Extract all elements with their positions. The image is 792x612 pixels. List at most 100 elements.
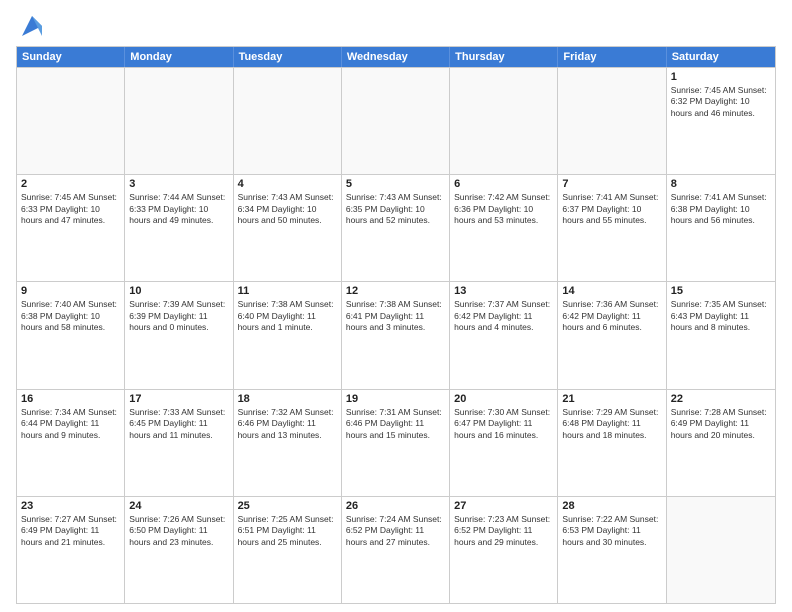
calendar-body: 1 Sunrise: 7:45 AM Sunset: 6:32 PM Daylig… [17,67,775,603]
day-number: 24 [129,500,228,512]
day-number: 16 [21,393,120,405]
calendar-cell [450,68,558,174]
page: SundayMondayTuesdayWednesdayThursdayFrid… [0,0,792,612]
day-number: 8 [671,178,771,190]
calendar-cell: 4 Sunrise: 7:43 AM Sunset: 6:34 PM Daylig… [234,175,342,281]
day-number: 2 [21,178,120,190]
calendar-cell: 16 Sunrise: 7:34 AM Sunset: 6:44 PM Dayli… [17,390,125,496]
header-cell-wednesday: Wednesday [342,47,450,67]
logo [16,12,46,40]
calendar-cell [342,68,450,174]
day-number: 9 [21,285,120,297]
calendar-cell: 10 Sunrise: 7:39 AM Sunset: 6:39 PM Dayli… [125,282,233,388]
calendar-row-0: 1 Sunrise: 7:45 AM Sunset: 6:32 PM Daylig… [17,67,775,174]
calendar-cell: 15 Sunrise: 7:35 AM Sunset: 6:43 PM Dayli… [667,282,775,388]
day-number: 7 [562,178,661,190]
cell-text: Sunrise: 7:35 AM Sunset: 6:43 PM Dayligh… [671,299,771,333]
day-number: 1 [671,71,771,83]
cell-text: Sunrise: 7:26 AM Sunset: 6:50 PM Dayligh… [129,514,228,548]
calendar-cell: 18 Sunrise: 7:32 AM Sunset: 6:46 PM Dayli… [234,390,342,496]
calendar-header: SundayMondayTuesdayWednesdayThursdayFrid… [17,47,775,67]
cell-text: Sunrise: 7:22 AM Sunset: 6:53 PM Dayligh… [562,514,661,548]
logo-icon [18,12,46,40]
cell-text: Sunrise: 7:29 AM Sunset: 6:48 PM Dayligh… [562,407,661,441]
calendar-cell: 12 Sunrise: 7:38 AM Sunset: 6:41 PM Dayli… [342,282,450,388]
calendar-cell [558,68,666,174]
calendar-cell: 17 Sunrise: 7:33 AM Sunset: 6:45 PM Dayli… [125,390,233,496]
calendar-row-3: 16 Sunrise: 7:34 AM Sunset: 6:44 PM Dayli… [17,389,775,496]
cell-text: Sunrise: 7:28 AM Sunset: 6:49 PM Dayligh… [671,407,771,441]
cell-text: Sunrise: 7:30 AM Sunset: 6:47 PM Dayligh… [454,407,553,441]
cell-text: Sunrise: 7:38 AM Sunset: 6:41 PM Dayligh… [346,299,445,333]
day-number: 15 [671,285,771,297]
cell-text: Sunrise: 7:43 AM Sunset: 6:34 PM Dayligh… [238,192,337,226]
day-number: 21 [562,393,661,405]
calendar-cell: 8 Sunrise: 7:41 AM Sunset: 6:38 PM Daylig… [667,175,775,281]
day-number: 28 [562,500,661,512]
calendar-cell [667,497,775,603]
calendar-cell: 14 Sunrise: 7:36 AM Sunset: 6:42 PM Dayli… [558,282,666,388]
calendar-cell: 7 Sunrise: 7:41 AM Sunset: 6:37 PM Daylig… [558,175,666,281]
day-number: 5 [346,178,445,190]
day-number: 26 [346,500,445,512]
day-number: 14 [562,285,661,297]
cell-text: Sunrise: 7:31 AM Sunset: 6:46 PM Dayligh… [346,407,445,441]
day-number: 22 [671,393,771,405]
cell-text: Sunrise: 7:41 AM Sunset: 6:38 PM Dayligh… [671,192,771,226]
calendar-cell [17,68,125,174]
cell-text: Sunrise: 7:43 AM Sunset: 6:35 PM Dayligh… [346,192,445,226]
day-number: 17 [129,393,228,405]
cell-text: Sunrise: 7:39 AM Sunset: 6:39 PM Dayligh… [129,299,228,333]
header-cell-sunday: Sunday [17,47,125,67]
header-cell-thursday: Thursday [450,47,558,67]
day-number: 12 [346,285,445,297]
calendar-cell: 13 Sunrise: 7:37 AM Sunset: 6:42 PM Dayli… [450,282,558,388]
cell-text: Sunrise: 7:27 AM Sunset: 6:49 PM Dayligh… [21,514,120,548]
calendar-row-2: 9 Sunrise: 7:40 AM Sunset: 6:38 PM Daylig… [17,281,775,388]
calendar: SundayMondayTuesdayWednesdayThursdayFrid… [16,46,776,604]
calendar-cell: 11 Sunrise: 7:38 AM Sunset: 6:40 PM Dayli… [234,282,342,388]
day-number: 20 [454,393,553,405]
calendar-cell: 3 Sunrise: 7:44 AM Sunset: 6:33 PM Daylig… [125,175,233,281]
calendar-cell: 23 Sunrise: 7:27 AM Sunset: 6:49 PM Dayli… [17,497,125,603]
calendar-cell: 19 Sunrise: 7:31 AM Sunset: 6:46 PM Dayli… [342,390,450,496]
calendar-cell [234,68,342,174]
header-cell-tuesday: Tuesday [234,47,342,67]
day-number: 11 [238,285,337,297]
calendar-cell: 27 Sunrise: 7:23 AM Sunset: 6:52 PM Dayli… [450,497,558,603]
cell-text: Sunrise: 7:34 AM Sunset: 6:44 PM Dayligh… [21,407,120,441]
cell-text: Sunrise: 7:37 AM Sunset: 6:42 PM Dayligh… [454,299,553,333]
day-number: 18 [238,393,337,405]
calendar-cell: 21 Sunrise: 7:29 AM Sunset: 6:48 PM Dayli… [558,390,666,496]
calendar-cell: 25 Sunrise: 7:25 AM Sunset: 6:51 PM Dayli… [234,497,342,603]
cell-text: Sunrise: 7:23 AM Sunset: 6:52 PM Dayligh… [454,514,553,548]
day-number: 27 [454,500,553,512]
cell-text: Sunrise: 7:25 AM Sunset: 6:51 PM Dayligh… [238,514,337,548]
cell-text: Sunrise: 7:44 AM Sunset: 6:33 PM Dayligh… [129,192,228,226]
cell-text: Sunrise: 7:36 AM Sunset: 6:42 PM Dayligh… [562,299,661,333]
calendar-cell: 6Sunrise: 7:42 AM Sunset: 6:36 PM Daylig… [450,175,558,281]
header [16,12,776,40]
cell-text: Sunrise: 7:24 AM Sunset: 6:52 PM Dayligh… [346,514,445,548]
cell-text: Sunrise: 7:33 AM Sunset: 6:45 PM Dayligh… [129,407,228,441]
cell-text: Sunrise: 7:45 AM Sunset: 6:32 PM Dayligh… [671,85,771,119]
calendar-cell: 28 Sunrise: 7:22 AM Sunset: 6:53 PM Dayli… [558,497,666,603]
day-number: 10 [129,285,228,297]
calendar-cell: 5 Sunrise: 7:43 AM Sunset: 6:35 PM Daylig… [342,175,450,281]
cell-text: Sunrise: 7:40 AM Sunset: 6:38 PM Dayligh… [21,299,120,333]
calendar-cell: 22 Sunrise: 7:28 AM Sunset: 6:49 PM Dayli… [667,390,775,496]
cell-text: Sunrise: 7:32 AM Sunset: 6:46 PM Dayligh… [238,407,337,441]
day-number: 19 [346,393,445,405]
day-number: 23 [21,500,120,512]
calendar-cell: 20 Sunrise: 7:30 AM Sunset: 6:47 PM Dayli… [450,390,558,496]
cell-text: Sunrise: 7:38 AM Sunset: 6:40 PM Dayligh… [238,299,337,333]
header-cell-monday: Monday [125,47,233,67]
header-cell-friday: Friday [558,47,666,67]
cell-text: Sunrise: 7:41 AM Sunset: 6:37 PM Dayligh… [562,192,661,226]
day-number: 25 [238,500,337,512]
day-number: 4 [238,178,337,190]
day-number: 3 [129,178,228,190]
calendar-cell: 24 Sunrise: 7:26 AM Sunset: 6:50 PM Dayli… [125,497,233,603]
calendar-cell: 2Sunrise: 7:45 AM Sunset: 6:33 PM Daylig… [17,175,125,281]
day-number: 13 [454,285,553,297]
